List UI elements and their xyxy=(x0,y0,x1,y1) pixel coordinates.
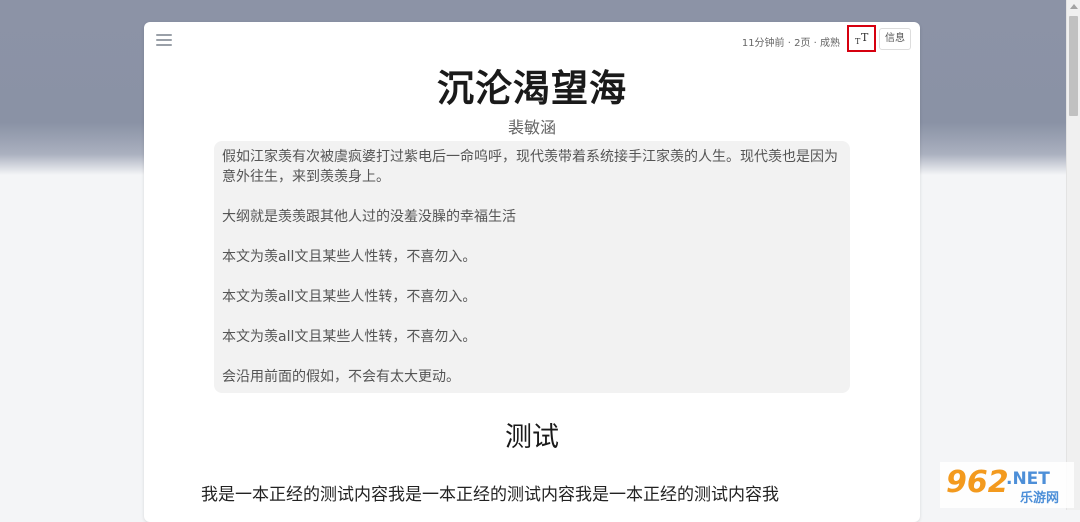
chapter-meta: 11分钟前 · 2页 · 成熟 xyxy=(741,38,840,49)
summary-paragraph: 本文为羡all文且某些人性转，不喜勿入。 xyxy=(222,249,477,265)
font-size-button[interactable]: T T xyxy=(847,25,876,52)
watermark-number: 962 xyxy=(946,465,1009,500)
book-author[interactable]: 裴敏涵 xyxy=(144,114,920,138)
reader-page: 11分钟前 · 2页 · 成熟 T T 信息 沉沦渴望海 裴敏涵 假如江家羡有次… xyxy=(144,22,920,522)
summary-paragraph: 本文为羡all文且某些人性转，不喜勿入。 xyxy=(222,329,477,345)
book-title: 沉沦渴望海 xyxy=(437,67,627,110)
summary-paragraph: 假如江家羡有次被虞疯婆打过紫电后一命呜呼，现代羡带着系统接手江家羡的人生。现代羡… xyxy=(222,149,838,185)
watermark-net: .NET xyxy=(1006,469,1050,489)
scroll-up-arrow-icon[interactable] xyxy=(1070,4,1078,9)
summary-box: 假如江家羡有次被虞疯婆打过紫电后一命呜呼，现代羡带着系统接手江家羡的人生。现代羡… xyxy=(214,141,850,393)
chapter-body-text: 我是一本正经的测试内容我是一本正经的测试内容我是一本正经的测试内容我 xyxy=(201,485,779,505)
site-watermark-logo: 962 .NET 乐游网 xyxy=(940,462,1074,508)
font-size-big-t-icon: T xyxy=(861,31,869,44)
info-button[interactable]: 信息 xyxy=(879,28,911,50)
menu-icon[interactable] xyxy=(156,34,172,46)
summary-paragraph: 本文为羡all文且某些人性转，不喜勿入。 xyxy=(222,289,477,305)
summary-paragraph: 会沿用前面的假如，不会有太大更动。 xyxy=(222,369,460,385)
chapter-title: 测试 xyxy=(505,422,559,453)
font-size-small-t-icon: T xyxy=(855,37,861,46)
watermark-subtitle: 乐游网 xyxy=(1020,490,1059,506)
page-scrollbar[interactable] xyxy=(1066,0,1080,510)
summary-paragraph: 大纲就是羡羡跟其他人过的没羞没臊的幸福生活 xyxy=(222,209,516,225)
scrollbar-thumb[interactable] xyxy=(1069,16,1078,116)
